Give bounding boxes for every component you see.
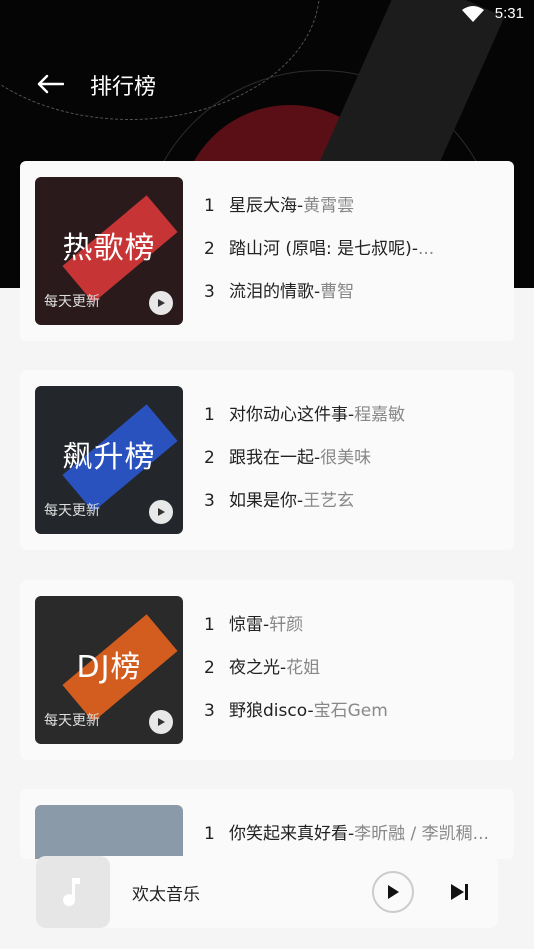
page-title: 排行榜 [90, 75, 157, 100]
chart-card-rising[interactable]: 飙升榜 每天更新 1 对你动心这件事-程嘉敏 2 跟我在一起-很美味 3 如果是你-王… [20, 370, 514, 550]
track-item[interactable]: 1 惊雷-轩颜 [204, 604, 504, 647]
chart-cover[interactable]: DJ榜 每天更新 [35, 596, 183, 744]
chart-card-dj[interactable]: DJ榜 每天更新 1 惊雷-轩颜 2 夜之光-花姐 3 野狼disco-宝石Gem [20, 580, 514, 760]
track-item[interactable]: 2 跟我在一起-很美味 [204, 437, 504, 480]
skip-next-icon[interactable] [446, 878, 474, 906]
track-item[interactable]: 3 流泪的情歌-曹智 [204, 271, 504, 314]
track-item[interactable]: 1 对你动心这件事-程嘉敏 [204, 394, 504, 437]
chart-cover[interactable] [35, 805, 183, 859]
page-header: 排行榜 [0, 62, 534, 106]
status-bar: 5:31 [0, 0, 534, 30]
chart-cover[interactable]: 飙升榜 每天更新 [35, 386, 183, 534]
wifi-icon [462, 6, 484, 26]
play-icon[interactable] [149, 291, 173, 315]
cover-label: 热歌榜 [62, 231, 156, 266]
play-icon[interactable] [149, 710, 173, 734]
status-time: 5:31 [494, 5, 524, 22]
track-item[interactable]: 3 野狼disco-宝石Gem [204, 690, 504, 733]
chart-card-partial[interactable]: 1 你笑起来真好看-李昕融 / 李凯稠... [20, 789, 514, 859]
cover-label: DJ榜 [76, 650, 142, 685]
track-item[interactable]: 2 夜之光-花姐 [204, 647, 504, 690]
play-button[interactable] [372, 871, 414, 913]
update-text: 每天更新 [44, 713, 100, 729]
track-item[interactable]: 1 你笑起来真好看-李昕融 / 李凯稠... [204, 813, 504, 856]
cover-label: 飙升榜 [62, 440, 156, 475]
mini-player[interactable]: 欢太音乐 [36, 856, 498, 928]
play-icon[interactable] [149, 500, 173, 524]
track-item[interactable]: 1 星辰大海-黄霄雲 [204, 185, 504, 228]
update-text: 每天更新 [44, 294, 100, 310]
chart-card-hot[interactable]: 热歌榜 每天更新 1 星辰大海-黄霄雲 2 踏山河 (原唱: 是七叔呢)-... 3… [20, 161, 514, 341]
update-text: 每天更新 [44, 503, 100, 519]
chart-cover[interactable]: 热歌榜 每天更新 [35, 177, 183, 325]
player-title: 欢太音乐 [132, 885, 200, 905]
track-item[interactable]: 3 如果是你-王艺玄 [204, 480, 504, 523]
track-item[interactable]: 2 踏山河 (原唱: 是七叔呢)-... [204, 228, 504, 271]
back-arrow-icon[interactable] [30, 66, 70, 102]
music-note-icon[interactable] [36, 856, 110, 928]
